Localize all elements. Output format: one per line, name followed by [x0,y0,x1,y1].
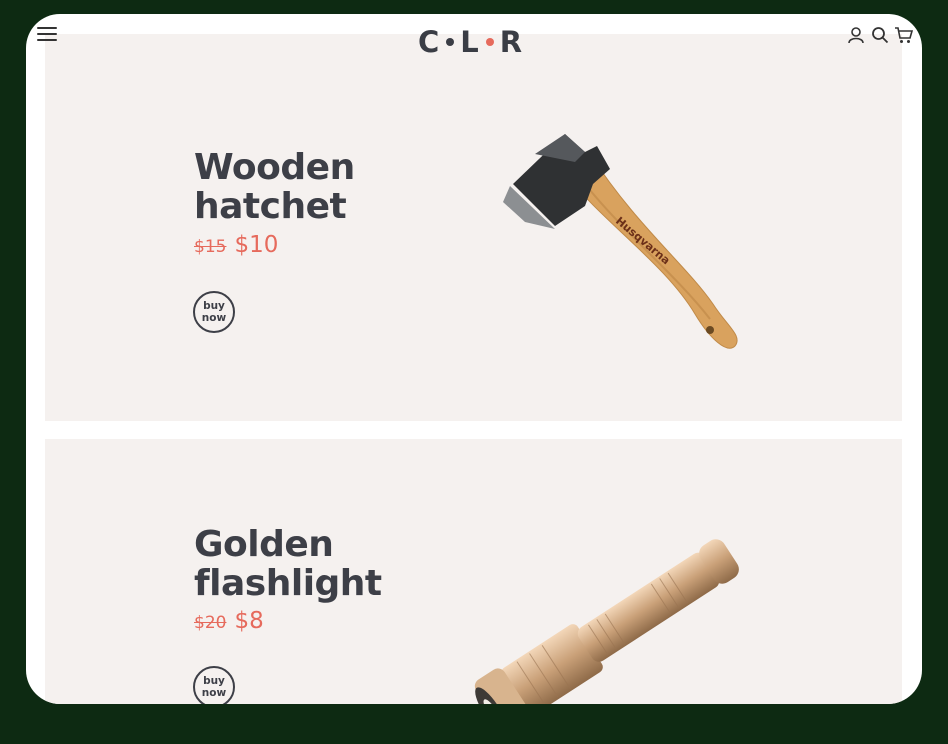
price-row: $15 $10 [194,232,278,258]
user-icon[interactable] [846,24,866,46]
product-title: Wooden hatchet [194,147,355,227]
top-bar: C L R [26,14,922,64]
old-price: $20 [194,613,227,633]
cart-icon[interactable] [894,24,914,46]
product-title: Golden flashlight [194,524,382,604]
flashlight-image [474,539,739,704]
logo-letter-c: C [418,25,441,59]
buy-now-button[interactable]: buy now [193,291,235,333]
buy-now-button[interactable]: buy now [193,666,235,704]
logo-dot-accent [485,38,494,46]
logo[interactable]: C L R [418,22,523,62]
svg-text:Husqvarna: Husqvarna [613,214,672,267]
logo-letter-r: R [499,25,524,59]
product-card[interactable]: Golden flashlight $20 $8 buy now [45,439,902,704]
product-card[interactable]: Wooden hatchet $15 $10 buy now Husqvarna [45,34,902,421]
new-price: $8 [234,608,264,634]
app-screen: C L R Wooden hatchet $15 $10 buy now Hus… [26,14,922,704]
new-price: $10 [234,232,279,258]
old-price: $15 [194,237,227,257]
logo-letter-l: L [460,25,480,59]
search-icon[interactable] [870,24,890,46]
menu-icon[interactable] [37,27,57,43]
logo-dot [446,38,455,46]
header-actions [846,24,914,46]
hatchet-image: Husqvarna [503,134,738,349]
price-row: $20 $8 [194,608,264,634]
